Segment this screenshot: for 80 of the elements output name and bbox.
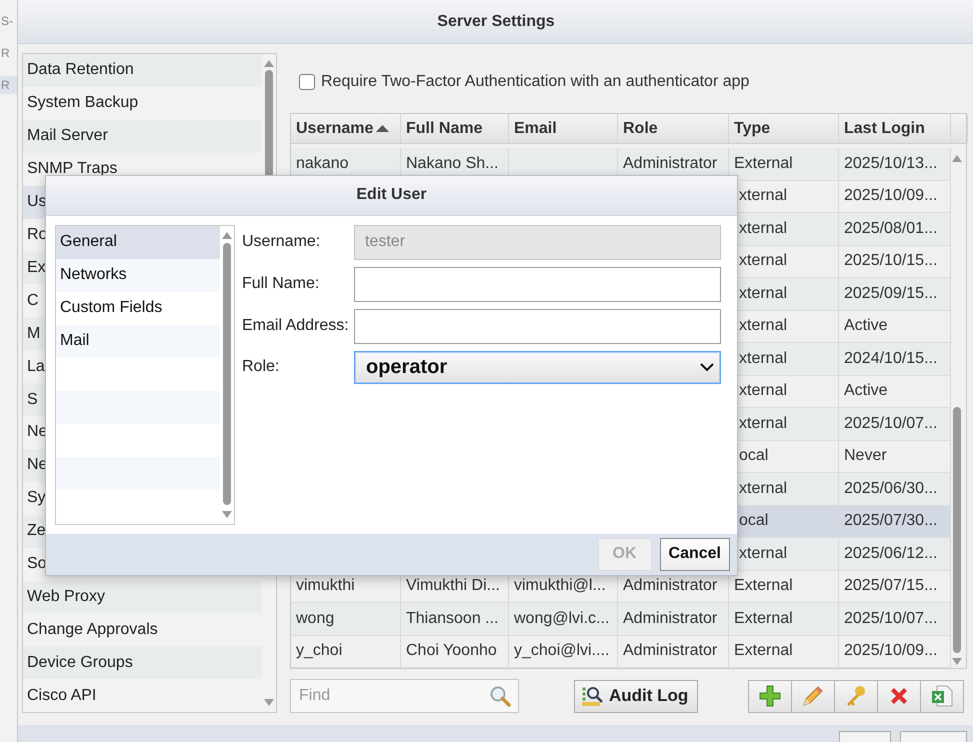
sort-up-icon bbox=[376, 125, 390, 132]
sidebar-item[interactable]: Device Groups bbox=[23, 646, 262, 680]
dialog-button[interactable] bbox=[839, 731, 891, 742]
log-search-icon bbox=[581, 685, 605, 707]
input-field[interactable] bbox=[354, 308, 721, 344]
table-cell: Administrator bbox=[618, 603, 729, 636]
field-label: Email Address: bbox=[242, 317, 350, 336]
table-cell: 2025/08/01... bbox=[839, 213, 951, 246]
table-cell: 2025/10/13... bbox=[839, 148, 951, 180]
table-cell: 2025/07/15... bbox=[839, 570, 951, 603]
scroll-down-icon[interactable] bbox=[264, 699, 274, 706]
table-cell: 2025/10/09... bbox=[839, 636, 951, 668]
table-cell: Active bbox=[839, 376, 951, 408]
chevron-down-icon bbox=[700, 362, 714, 372]
scroll-down-icon[interactable] bbox=[952, 658, 962, 665]
table-cell: wong@lvi.c... bbox=[509, 603, 618, 636]
checkbox-label: Require Two-Factor Authentication with an authenticator app bbox=[321, 73, 750, 91]
delete-button[interactable] bbox=[877, 680, 921, 712]
table-cell: 2024/10/15... bbox=[839, 343, 951, 376]
table-cell: External bbox=[729, 148, 839, 180]
table-cell: y_choi@lvi.... bbox=[509, 636, 618, 668]
add-button[interactable] bbox=[748, 680, 792, 712]
field-label: Full Name: bbox=[242, 275, 320, 294]
edit-button[interactable] bbox=[791, 680, 835, 712]
column-header[interactable]: Role bbox=[618, 114, 729, 143]
scroll-up-icon[interactable] bbox=[952, 155, 962, 162]
dialog-button[interactable] bbox=[900, 731, 967, 742]
export-button[interactable] bbox=[920, 680, 964, 712]
table-cell: Thiansoon ... bbox=[401, 603, 509, 636]
background-window-text: R bbox=[0, 76, 17, 94]
table-cell: 2025/09/15... bbox=[839, 278, 951, 310]
table-cell: Administrator bbox=[618, 636, 729, 668]
field-label: Role: bbox=[242, 358, 280, 376]
scroll-up-icon[interactable] bbox=[264, 60, 274, 67]
scroll-down-icon[interactable] bbox=[222, 510, 232, 518]
cancel-button[interactable]: Cancel bbox=[660, 538, 730, 571]
table-cell: Never bbox=[839, 440, 951, 473]
find-field[interactable]: Find bbox=[290, 679, 519, 713]
field-label: Username: bbox=[242, 233, 322, 252]
scroll-up-icon[interactable] bbox=[222, 232, 232, 239]
window-title: Server Settings bbox=[437, 12, 555, 30]
table-cell: Active bbox=[839, 310, 951, 343]
checkbox[interactable] bbox=[299, 74, 315, 90]
table-cell: 2025/10/09... bbox=[839, 180, 951, 213]
table-cell: 2025/07/30... bbox=[839, 506, 951, 538]
table-cell: 2025/10/07... bbox=[839, 603, 951, 636]
dialog-title: Edit User bbox=[356, 186, 427, 204]
column-header[interactable]: Type bbox=[729, 114, 839, 143]
pencil-icon bbox=[801, 684, 825, 708]
search-icon bbox=[489, 685, 511, 707]
table-cell: Choi Yoonho bbox=[401, 636, 509, 668]
section-item[interactable]: General bbox=[56, 226, 220, 259]
spreadsheet-icon bbox=[931, 685, 953, 707]
column-header[interactable]: Email bbox=[509, 114, 618, 143]
table-cell: 2025/06/12... bbox=[839, 538, 951, 570]
scrollbar-thumb[interactable] bbox=[223, 242, 231, 505]
sidebar-item[interactable]: Mail Server bbox=[23, 120, 262, 153]
sidebar-item[interactable]: Web Proxy bbox=[23, 580, 262, 614]
table-cell: External bbox=[729, 570, 839, 603]
background-window-text: R bbox=[0, 45, 11, 62]
sidebar-item[interactable]: Data Retention bbox=[23, 54, 262, 87]
column-header[interactable]: Full Name bbox=[401, 114, 509, 143]
password-button[interactable] bbox=[834, 680, 878, 712]
table-cell: 2025/10/07... bbox=[839, 408, 951, 440]
table-cell: External bbox=[729, 603, 839, 636]
background-window-text: S- bbox=[0, 13, 14, 30]
table-cell: 2025/10/15... bbox=[839, 246, 951, 278]
table-cell: 2025/06/30... bbox=[839, 473, 951, 506]
scrollbar-thumb[interactable] bbox=[953, 407, 961, 653]
table-cell: External bbox=[729, 636, 839, 668]
table-cell: wong bbox=[291, 603, 401, 636]
audit-log-button[interactable]: Audit Log bbox=[574, 680, 698, 712]
table-cell: y_choi bbox=[291, 636, 401, 668]
column-header[interactable]: Username bbox=[291, 114, 401, 143]
role-dropdown[interactable]: operator bbox=[354, 350, 721, 384]
column-header[interactable]: Last Login bbox=[839, 114, 951, 143]
plus-icon bbox=[759, 685, 781, 707]
section-item[interactable]: Networks bbox=[56, 258, 220, 292]
input-field[interactable] bbox=[354, 266, 721, 302]
section-item[interactable]: Mail bbox=[56, 324, 220, 358]
